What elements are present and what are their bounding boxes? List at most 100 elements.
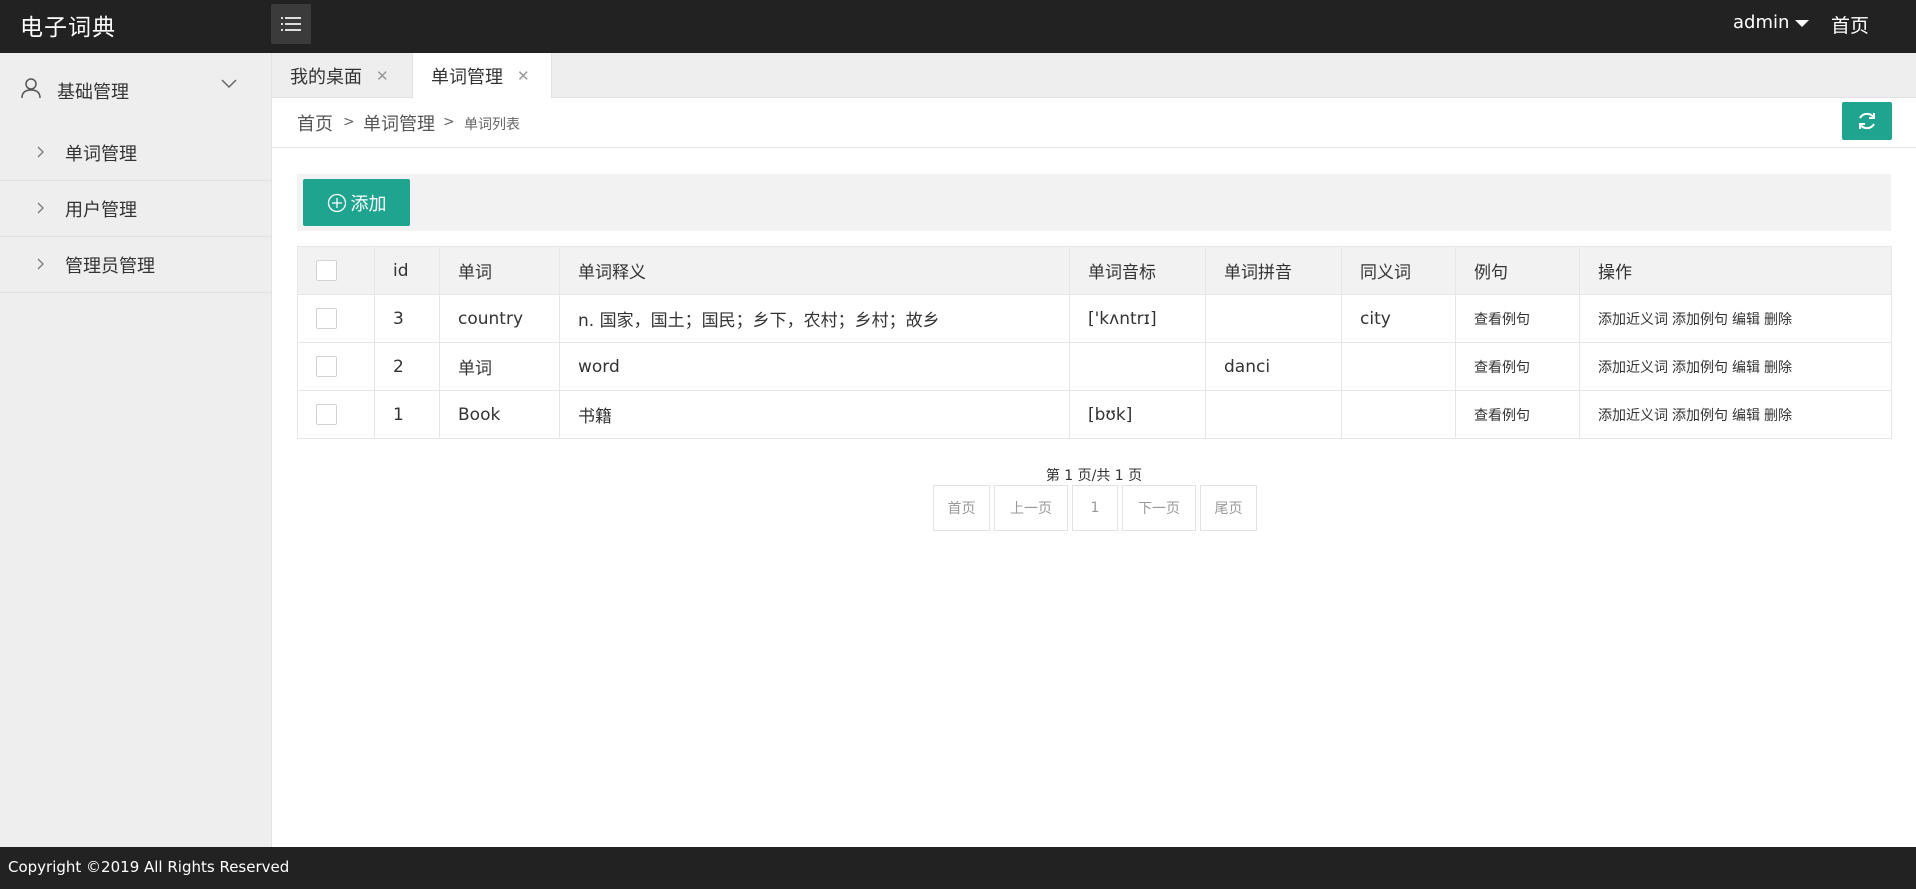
breadcrumb-separator: > bbox=[443, 114, 455, 130]
column-header: 单词音标 bbox=[1069, 246, 1206, 295]
add-example-link[interactable]: 添加例句 bbox=[1672, 312, 1728, 328]
sidebar-item-words[interactable]: 单词管理 bbox=[0, 125, 271, 181]
column-header: id bbox=[374, 246, 440, 295]
refresh-button[interactable] bbox=[1842, 102, 1892, 140]
first-page-button[interactable]: 首页 bbox=[933, 485, 990, 531]
user-icon bbox=[21, 78, 41, 99]
edit-link[interactable]: 编辑 bbox=[1732, 360, 1760, 376]
table-header-row: id 单词 单词释义 单词音标 单词拼音 同义词 例句 操作 bbox=[297, 246, 1892, 295]
column-header: 单词 bbox=[439, 246, 560, 295]
sidebar-item-label: 管理员管理 bbox=[65, 256, 155, 277]
select-all-checkbox[interactable] bbox=[316, 260, 337, 281]
cell-meaning: word bbox=[559, 342, 1070, 391]
top-header: 电子词典 admin 首页 bbox=[0, 0, 1916, 53]
tab-desktop[interactable]: 我的桌面 ✕ bbox=[290, 53, 389, 98]
main-content: 首页 > 单词管理 > 单词列表 添加 id 单词 单词释义 单词音标 单词拼音… bbox=[272, 98, 1916, 847]
table-row: 3 country n. 国家，国土；国民；乡下，农村；乡村；故乡 ['kʌnt… bbox=[297, 294, 1892, 343]
sidebar-item-label: 用户管理 bbox=[65, 200, 137, 221]
add-button-label: 添加 bbox=[350, 193, 387, 215]
cell-phonetic: [bʊk] bbox=[1069, 390, 1206, 439]
add-synonym-link[interactable]: 添加近义词 bbox=[1598, 312, 1668, 328]
breadcrumb-current: 单词列表 bbox=[464, 117, 520, 133]
row-checkbox[interactable] bbox=[316, 356, 337, 377]
view-example-link[interactable]: 查看例句 bbox=[1455, 342, 1580, 391]
app-logo: 电子词典 bbox=[20, 15, 116, 41]
cell-phonetic: ['kʌntrɪ] bbox=[1069, 294, 1206, 343]
add-example-link[interactable]: 添加例句 bbox=[1672, 408, 1728, 424]
row-checkbox-cell bbox=[297, 342, 375, 391]
cell-id: 2 bbox=[374, 342, 440, 391]
cell-pinyin bbox=[1205, 294, 1342, 343]
copyright-text: Copyright ©2019 All Rights Reserved bbox=[8, 858, 290, 876]
cell-word: 单词 bbox=[439, 342, 560, 391]
column-header: 例句 bbox=[1455, 246, 1580, 295]
toolbar: 添加 bbox=[297, 174, 1891, 231]
close-icon[interactable]: ✕ bbox=[517, 67, 530, 85]
column-header: 单词拼音 bbox=[1205, 246, 1342, 295]
cell-id: 3 bbox=[374, 294, 440, 343]
prev-page-button[interactable]: 上一页 bbox=[994, 485, 1068, 531]
cell-pinyin bbox=[1205, 390, 1342, 439]
view-example-link[interactable]: 查看例句 bbox=[1455, 294, 1580, 343]
row-checkbox-cell bbox=[297, 294, 375, 343]
tab-label: 单词管理 bbox=[431, 67, 503, 88]
actions-cell: 添加近义词 添加例句 编辑 删除 bbox=[1579, 390, 1892, 439]
page-number-button[interactable]: 1 bbox=[1072, 485, 1118, 531]
breadcrumb-separator: > bbox=[343, 114, 355, 130]
actions-cell: 添加近义词 添加例句 编辑 删除 bbox=[1579, 342, 1892, 391]
breadcrumb-home[interactable]: 首页 bbox=[297, 110, 333, 136]
edit-link[interactable]: 编辑 bbox=[1732, 312, 1760, 328]
cell-phonetic bbox=[1069, 342, 1206, 391]
user-name: admin bbox=[1733, 12, 1790, 33]
cell-word: country bbox=[439, 294, 560, 343]
actions-cell: 添加近义词 添加例句 编辑 删除 bbox=[1579, 294, 1892, 343]
next-page-button[interactable]: 下一页 bbox=[1122, 485, 1196, 531]
last-page-button[interactable]: 尾页 bbox=[1200, 485, 1257, 531]
chevron-right-icon bbox=[37, 146, 44, 158]
sidebar-item-admins[interactable]: 管理员管理 bbox=[0, 237, 271, 293]
chevron-right-icon bbox=[37, 202, 44, 214]
table-row: 1 Book 书籍 [bʊk] 查看例句 添加近义词 添加例句 编辑 删除 bbox=[297, 390, 1892, 439]
cell-meaning: n. 国家，国土；国民；乡下，农村；乡村；故乡 bbox=[559, 294, 1070, 343]
delete-link[interactable]: 删除 bbox=[1764, 360, 1792, 376]
menu-toggle-button[interactable] bbox=[271, 4, 311, 44]
tab-label: 我的桌面 bbox=[290, 66, 362, 88]
add-example-link[interactable]: 添加例句 bbox=[1672, 360, 1728, 376]
cell-synonym bbox=[1341, 390, 1456, 439]
sidebar: 基础管理 单词管理 用户管理 管理员管理 bbox=[0, 53, 272, 847]
breadcrumb-section[interactable]: 单词管理 bbox=[363, 110, 435, 136]
list-icon bbox=[281, 17, 301, 31]
add-synonym-link[interactable]: 添加近义词 bbox=[1598, 360, 1668, 376]
edit-link[interactable]: 编辑 bbox=[1732, 408, 1760, 424]
row-checkbox-cell bbox=[297, 390, 375, 439]
plus-circle-icon bbox=[327, 193, 346, 212]
column-header: 单词释义 bbox=[559, 246, 1070, 295]
sidebar-group-basic[interactable]: 基础管理 bbox=[0, 53, 271, 125]
breadcrumb: 首页 > 单词管理 > 单词列表 bbox=[272, 98, 1916, 148]
tab-bar: 我的桌面 ✕ 单词管理 ✕ bbox=[272, 53, 1916, 99]
add-synonym-link[interactable]: 添加近义词 bbox=[1598, 408, 1668, 424]
user-menu[interactable]: admin bbox=[1733, 12, 1810, 33]
refresh-icon bbox=[1859, 112, 1875, 130]
caret-down-icon bbox=[1795, 20, 1810, 27]
tab-word-management[interactable]: 单词管理 ✕ bbox=[412, 53, 552, 99]
cell-id: 1 bbox=[374, 390, 440, 439]
word-table: id 单词 单词释义 单词音标 单词拼音 同义词 例句 操作 3 country… bbox=[297, 246, 1892, 439]
header-home-link[interactable]: 首页 bbox=[1831, 11, 1869, 38]
pagination: 首页 上一页 1 下一页 尾页 bbox=[933, 485, 1257, 531]
pagination-info: 第 1 页/共 1 页 bbox=[1045, 468, 1143, 484]
cell-synonym bbox=[1341, 342, 1456, 391]
delete-link[interactable]: 删除 bbox=[1764, 312, 1792, 328]
sidebar-item-users[interactable]: 用户管理 bbox=[0, 181, 271, 237]
sidebar-group-label: 基础管理 bbox=[57, 82, 129, 103]
column-header: 同义词 bbox=[1341, 246, 1456, 295]
row-checkbox[interactable] bbox=[316, 308, 337, 329]
footer: Copyright ©2019 All Rights Reserved bbox=[0, 847, 1916, 889]
row-checkbox[interactable] bbox=[316, 404, 337, 425]
chevron-right-icon bbox=[37, 258, 44, 270]
column-header: 操作 bbox=[1579, 246, 1892, 295]
close-icon[interactable]: ✕ bbox=[376, 67, 389, 85]
view-example-link[interactable]: 查看例句 bbox=[1455, 390, 1580, 439]
add-button[interactable]: 添加 bbox=[303, 179, 410, 226]
delete-link[interactable]: 删除 bbox=[1764, 408, 1792, 424]
